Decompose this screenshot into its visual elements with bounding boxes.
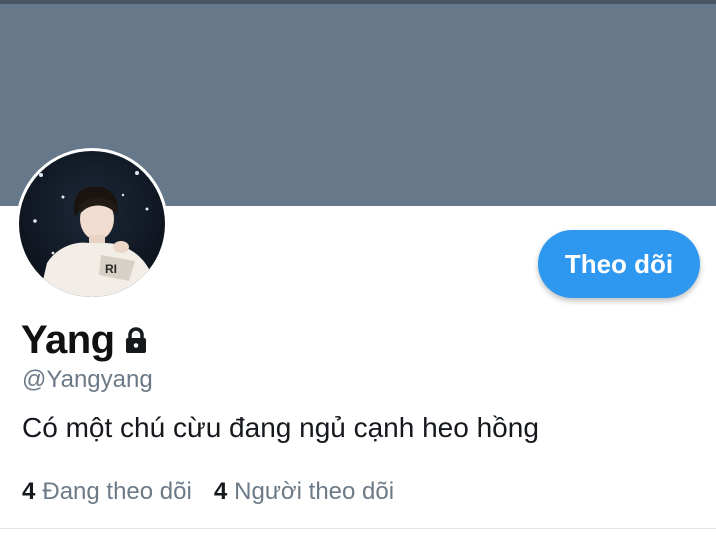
svg-text:RI: RI xyxy=(105,262,117,276)
followers-label: Người theo dõi xyxy=(234,478,395,505)
followers-count: 4 xyxy=(213,478,228,505)
bio-text: Có một chú cừu đang ngủ cạnh heo hồng xyxy=(22,412,539,443)
profile-page: RI Theo dõi Yang @Yangyang Có một chú cừ… xyxy=(0,0,716,540)
user-handle: @Yangyang xyxy=(22,366,153,393)
lock-icon xyxy=(115,320,151,361)
followers-stat[interactable]: 4 Người theo dõi xyxy=(214,478,394,506)
follow-button[interactable]: Theo dõi xyxy=(538,230,700,298)
name-row: Yang xyxy=(21,318,151,363)
bottom-divider xyxy=(0,528,716,529)
following-label: Đang theo dõi xyxy=(42,478,192,505)
follow-stats: 4 Đang theo dõi 4 Người theo dõi xyxy=(22,478,416,506)
following-stat[interactable]: 4 Đang theo dõi xyxy=(22,478,192,506)
avatar[interactable]: RI xyxy=(16,148,168,300)
display-name: Yang xyxy=(21,318,115,362)
avatar-photo: RI xyxy=(19,151,165,297)
following-count: 4 xyxy=(22,478,36,505)
